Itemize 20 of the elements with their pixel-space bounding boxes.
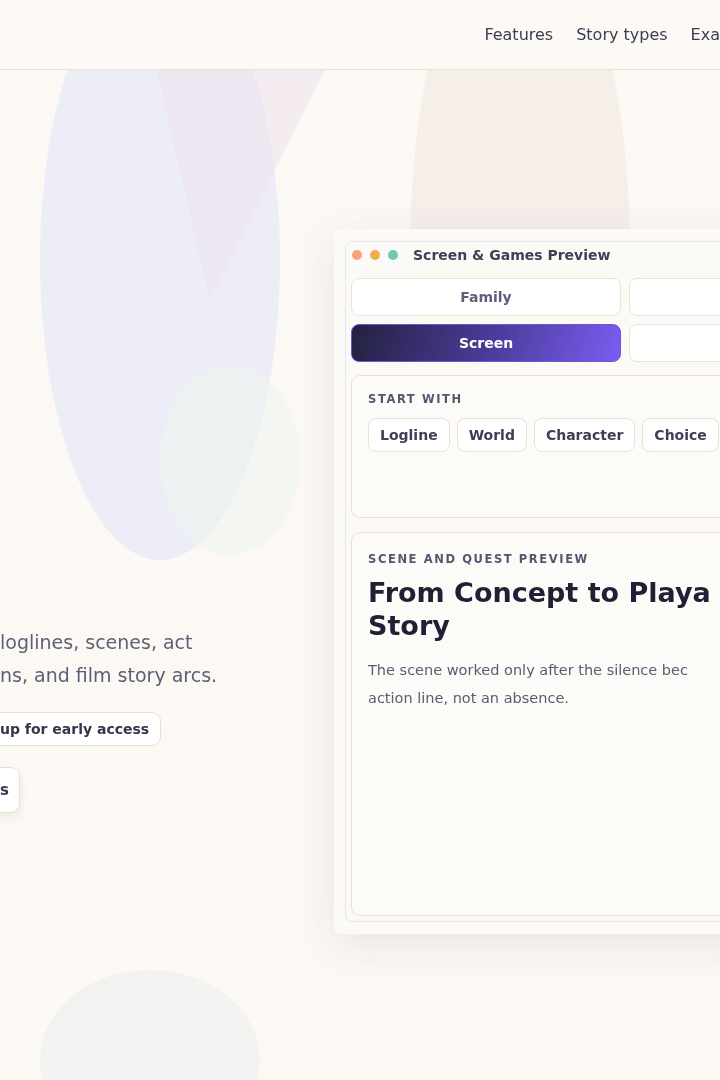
hero-description: loglines, scenes, act ns, and film story arcs. xyxy=(0,630,218,688)
chip[interactable]: Logline xyxy=(368,418,450,452)
scene-text: The scene worked only after the silence bec action line, not an absence. xyxy=(368,661,689,708)
window-dot-icon xyxy=(370,250,380,260)
hero-button[interactable]: up for early access xyxy=(0,712,162,746)
nav-link[interactable]: Exa xyxy=(690,25,720,44)
tab[interactable]: Family xyxy=(351,278,621,316)
scene-title: From Concept to Playa Story xyxy=(368,576,712,642)
chip[interactable]: Choice xyxy=(642,418,719,452)
section-label: START WITH xyxy=(368,392,464,406)
section-label: SCENE AND QUEST PREVIEW xyxy=(368,552,590,566)
hero-button[interactable]: s xyxy=(0,767,20,813)
nav-link[interactable]: Story types xyxy=(576,25,668,44)
nav-link[interactable]: Features xyxy=(484,25,554,44)
window-dot-icon xyxy=(388,250,398,260)
tab[interactable]: Screen xyxy=(351,324,621,362)
window-title: Screen & Games Preview xyxy=(413,247,611,263)
window-dot-icon xyxy=(352,250,362,260)
chip[interactable]: Character xyxy=(533,418,636,452)
chip[interactable]: World xyxy=(456,418,527,452)
